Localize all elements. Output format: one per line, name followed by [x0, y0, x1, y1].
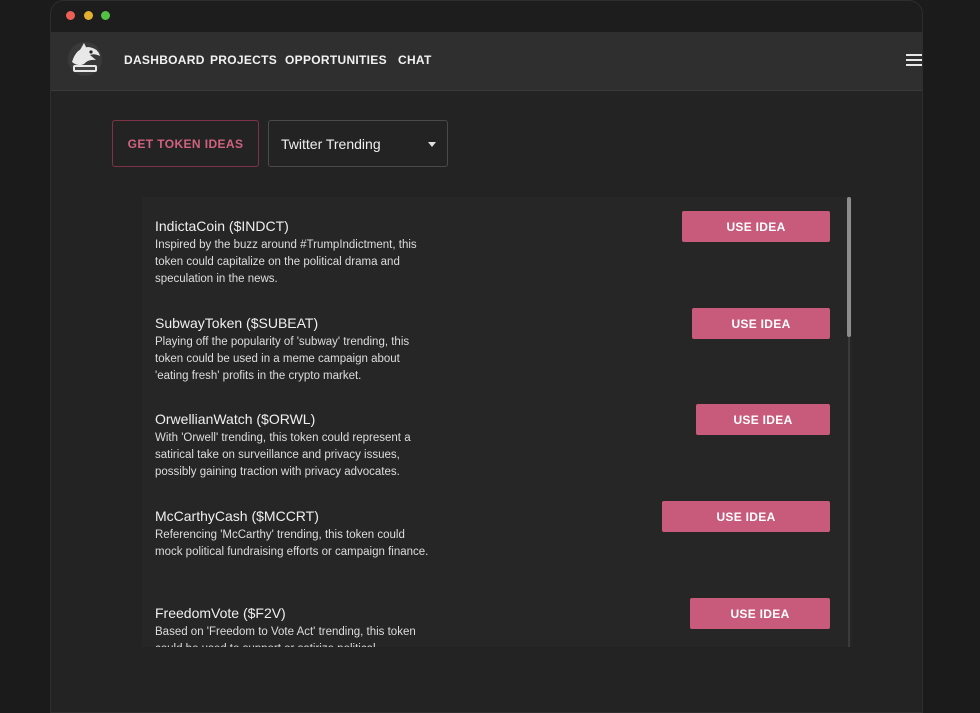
scrollbar-thumb[interactable] [847, 197, 851, 337]
idea-title: FreedomVote ($F2V) [155, 605, 286, 621]
idea-item: IndictaCoin ($INDCT) Inspired by the buz… [155, 217, 435, 288]
idea-description: Based on 'Freedom to Vote Act' trending,… [155, 626, 416, 647]
idea-description: Referencing 'McCarthy' trending, this to… [155, 529, 429, 558]
token-ideas-list: IndictaCoin ($INDCT) Inspired by the buz… [142, 197, 852, 647]
nav-chat[interactable]: CHAT [398, 53, 432, 67]
use-idea-button[interactable]: USE IDEA [690, 598, 830, 629]
idea-item: SubwayToken ($SUBEAT) Playing off the po… [155, 314, 435, 385]
idea-source-select[interactable]: Twitter Trending [268, 120, 448, 167]
use-idea-button[interactable]: USE IDEA [696, 404, 830, 435]
idea-item: FreedomVote ($F2V) Based on 'Freedom to … [155, 604, 435, 647]
app-window: DASHBOARD PROJECTS OPPORTUNITIES CHAT GE… [50, 0, 923, 713]
shark-mascot-logo-icon[interactable] [66, 40, 104, 78]
idea-item: McCarthyCash ($MCCRT) Referencing 'McCar… [155, 507, 435, 561]
hamburger-menu-icon[interactable] [906, 54, 922, 68]
close-window-button[interactable] [66, 11, 75, 20]
get-token-ideas-button[interactable]: GET TOKEN IDEAS [112, 120, 259, 167]
idea-item: OrwellianWatch ($ORWL) With 'Orwell' tre… [155, 410, 435, 481]
nav-opportunities[interactable]: OPPORTUNITIES [285, 53, 387, 67]
use-idea-button[interactable]: USE IDEA [682, 211, 830, 242]
idea-title: OrwellianWatch ($ORWL) [155, 411, 316, 427]
nav-dashboard[interactable]: DASHBOARD [124, 53, 205, 67]
use-idea-button[interactable]: USE IDEA [692, 308, 830, 339]
idea-title: McCarthyCash ($MCCRT) [155, 508, 319, 524]
idea-description: With 'Orwell' trending, this token could… [155, 432, 411, 478]
top-navbar: DASHBOARD PROJECTS OPPORTUNITIES CHAT [51, 32, 922, 91]
minimize-window-button[interactable] [84, 11, 93, 20]
list-scrollbar[interactable] [846, 197, 852, 647]
use-idea-button[interactable]: USE IDEA [662, 501, 830, 532]
idea-source-value: Twitter Trending [281, 136, 381, 152]
idea-title: IndictaCoin ($INDCT) [155, 218, 289, 234]
maximize-window-button[interactable] [101, 11, 110, 20]
idea-title: SubwayToken ($SUBEAT) [155, 315, 319, 331]
idea-description: Playing off the popularity of 'subway' t… [155, 336, 410, 382]
title-bar [51, 1, 922, 32]
nav-projects[interactable]: PROJECTS [210, 53, 277, 67]
dropdown-caret-icon [428, 142, 436, 147]
idea-description: Inspired by the buzz around #TrumpIndict… [155, 239, 417, 285]
